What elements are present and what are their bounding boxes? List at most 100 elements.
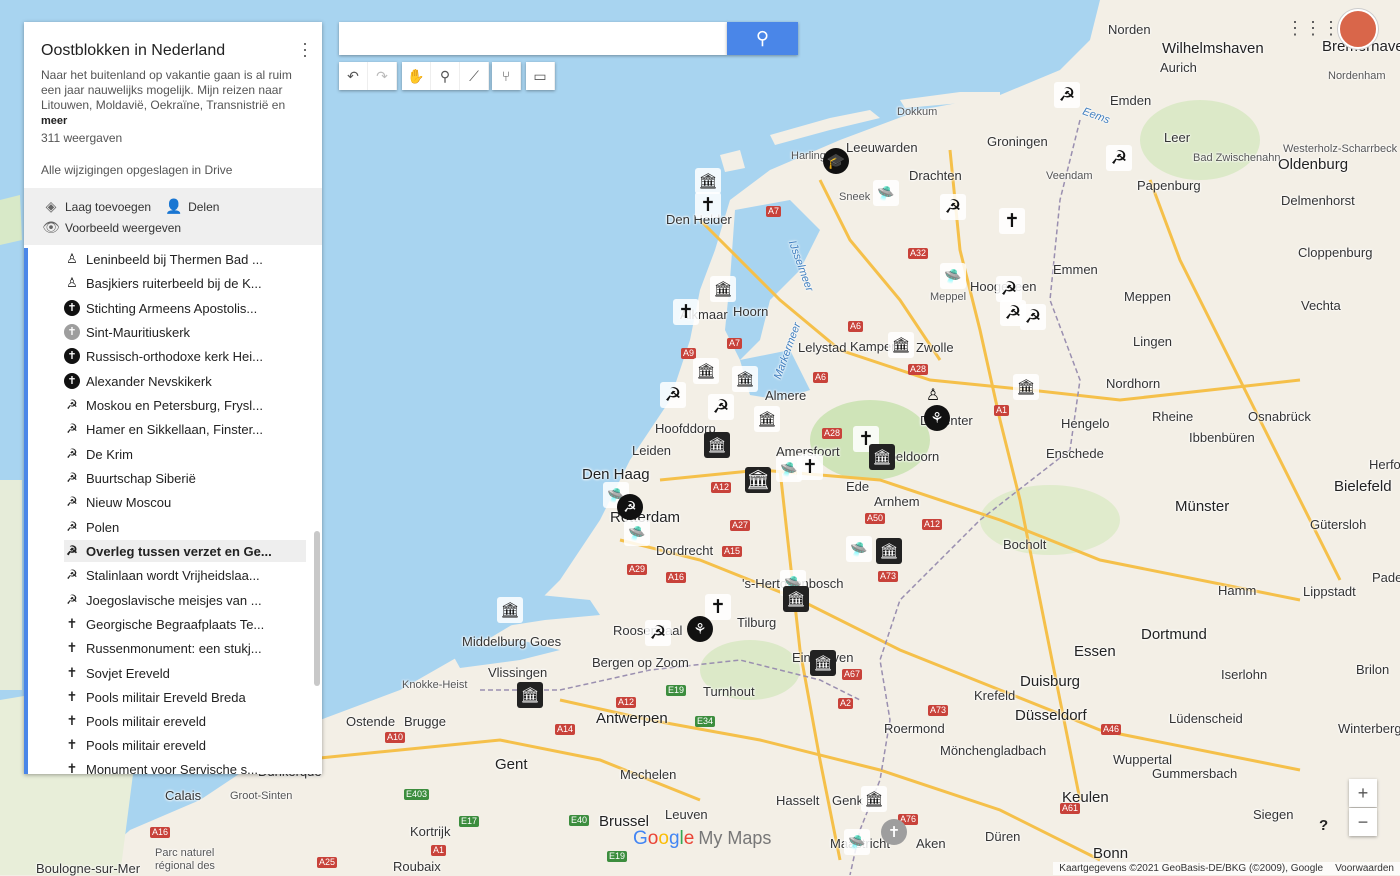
hammer-sickle-icon[interactable]: ☭ xyxy=(617,494,643,520)
museum-icon[interactable]: 🏛 xyxy=(783,586,809,612)
list-item[interactable]: ☭ Moskou en Petersburg, Frysl... xyxy=(64,394,306,416)
museum-icon[interactable]: 🏛 xyxy=(810,650,836,676)
item-label: Stalinlaan wordt Vrijheidslaa... xyxy=(86,567,260,583)
museum-icon[interactable]: 🏛 xyxy=(754,406,780,432)
museum-icon[interactable]: 🏛 xyxy=(517,682,543,708)
list-item[interactable]: ✝ Pools militair Ereveld Breda xyxy=(64,686,306,708)
list-item[interactable]: ✝ Monument voor Servische s... xyxy=(64,758,306,774)
place-label: Turnhout xyxy=(703,684,755,699)
search-input[interactable] xyxy=(339,22,727,55)
cross-icon[interactable]: ✝ xyxy=(999,208,1025,234)
share-button[interactable]: 👤 Delen xyxy=(165,198,219,215)
museum-icon[interactable]: 🏛 xyxy=(1013,374,1039,400)
museum-icon[interactable]: 🏛 xyxy=(497,597,523,623)
ufo-icon[interactable]: 🛸 xyxy=(873,180,899,206)
museum-icon[interactable]: 🏛 xyxy=(704,432,730,458)
cross-icon[interactable]: ✝ xyxy=(673,299,699,325)
list-item[interactable]: ☭ Buurtschap Siberië xyxy=(64,467,306,489)
zoom-out-button[interactable]: − xyxy=(1349,808,1377,836)
list-item[interactable]: ☭ Stalinlaan wordt Vrijheidslaa... xyxy=(64,564,306,586)
more-options-icon[interactable]: · · · xyxy=(302,34,308,64)
add-layer-button[interactable]: ◈ Laag toevoegen xyxy=(42,198,151,215)
museum-icon[interactable]: 🏛 xyxy=(745,467,771,493)
museum-icon[interactable]: 🏛 xyxy=(732,366,758,392)
hammer-sickle-icon[interactable]: ☭ xyxy=(940,194,966,220)
list-item[interactable]: ✝ Georgische Begraafplaats Te... xyxy=(64,613,306,635)
map-description[interactable]: Naar het buitenland op vakantie gaan is … xyxy=(41,68,301,129)
museum-icon[interactable]: 🏛 xyxy=(888,332,914,358)
ufo-icon[interactable]: 🛸 xyxy=(940,263,966,289)
google-my-maps-logo: Google My Maps xyxy=(633,828,771,850)
avatar[interactable] xyxy=(1338,9,1378,49)
cemetery-icon: ✝ xyxy=(66,761,78,774)
folk-dance-icon[interactable]: ⚘ xyxy=(924,405,950,431)
hammer-sickle-icon: ☭ xyxy=(66,592,78,607)
preview-button[interactable]: 👁 Voorbeeld weergeven xyxy=(42,219,181,236)
hammer-sickle-icon[interactable]: ☭ xyxy=(1054,82,1080,108)
hammer-sickle-icon[interactable]: ☭ xyxy=(996,276,1022,302)
item-label: Polen xyxy=(86,519,120,535)
museum-icon[interactable]: 🏛 xyxy=(861,786,887,812)
list-item[interactable]: ✝ Pools militair ereveld xyxy=(64,710,306,732)
list-item[interactable]: ✝ Russenmonument: een stukj... xyxy=(64,637,306,659)
ruler-icon[interactable]: ▭ xyxy=(526,62,555,90)
hammer-sickle-icon: ☭ xyxy=(66,421,78,436)
ufo-icon[interactable]: 🛸 xyxy=(846,536,872,562)
list-item[interactable]: ✝ Sint-Mauritiuskerk xyxy=(64,321,306,343)
list-item[interactable]: ✝ Stichting Armeens Apostolis... xyxy=(64,297,306,319)
list-item-selected[interactable]: ☭ Overleg tussen verzet en Ge... xyxy=(64,540,306,562)
ufo-icon[interactable]: 🛸 xyxy=(624,520,650,546)
list-item[interactable]: ☭ Polen xyxy=(64,516,306,538)
hammer-sickle-icon[interactable]: ☭ xyxy=(645,620,671,646)
panel-header: Oostblokken in Nederland · · · Naar het bu… xyxy=(24,22,322,188)
marker-icon[interactable]: ⚲ xyxy=(431,62,460,90)
list-item[interactable]: ♙ Leninbeeld bij Thermen Bad ... xyxy=(64,248,306,270)
apps-grid-icon[interactable]: ⋮⋮⋮ xyxy=(1286,17,1340,39)
list-item[interactable]: ♙ Basjkiers ruiterbeeld bij de K... xyxy=(64,272,306,294)
list-scrollbar[interactable] xyxy=(314,531,320,686)
hand-icon[interactable]: ✋ xyxy=(402,62,431,90)
church-cross-icon[interactable]: ✝ xyxy=(881,819,907,845)
road-shield: A16 xyxy=(150,827,171,838)
museum-icon[interactable]: 🏛 xyxy=(876,538,902,564)
cross-icon[interactable]: ✝ xyxy=(695,192,721,218)
museum-icon[interactable]: 🏛 xyxy=(710,276,736,302)
undo-icon[interactable]: ↶ xyxy=(339,62,368,90)
list-item[interactable]: ☭ Joegoslavische meisjes van ... xyxy=(64,589,306,611)
hammer-sickle-icon[interactable]: ☭ xyxy=(708,394,734,420)
zoom-in-button[interactable]: + xyxy=(1349,779,1377,807)
item-label: Leninbeeld bij Thermen Bad ... xyxy=(86,251,263,267)
hammer-sickle-icon[interactable]: ☭ xyxy=(1106,145,1132,171)
item-label: Georgische Begraafplaats Te... xyxy=(86,616,265,632)
road-shield: A12 xyxy=(711,482,732,493)
map-title[interactable]: Oostblokken in Nederland xyxy=(41,42,305,60)
terms-link[interactable]: Voorwaarden xyxy=(1335,863,1394,874)
museum-icon[interactable]: 🏛 xyxy=(693,358,719,384)
museum-icon[interactable]: 🏛 xyxy=(695,168,721,194)
cross-icon[interactable]: ✝ xyxy=(705,594,731,620)
help-icon[interactable]: ? xyxy=(1319,817,1328,834)
list-item[interactable]: ☭ Nieuw Moscou xyxy=(64,491,306,513)
redo-icon[interactable]: ↷ xyxy=(368,62,397,90)
directions-icon[interactable]: ⑂ xyxy=(492,62,521,90)
line-icon[interactable]: ⟋ xyxy=(460,62,489,90)
hammer-sickle-icon[interactable]: ☭ xyxy=(660,382,686,408)
list-item[interactable]: ✝ Alexander Nevskikerk xyxy=(64,370,306,392)
list-item[interactable]: ☭ Hamer en Sikkellaan, Finster... xyxy=(64,418,306,440)
ufo-icon[interactable]: 🛸 xyxy=(844,829,870,855)
item-label: De Krim xyxy=(86,446,133,462)
hammer-sickle-icon[interactable]: ☭ xyxy=(1020,304,1046,330)
folk-dance-icon[interactable]: ⚘ xyxy=(687,616,713,642)
list-item[interactable]: ✝ Sovjet Ereveld xyxy=(64,662,306,684)
cross-icon[interactable]: ✝ xyxy=(797,454,823,480)
list-item[interactable]: ✝ Pools militair ereveld xyxy=(64,734,306,756)
search-button[interactable]: ⚲ xyxy=(727,22,798,55)
statue-icon[interactable]: ♙ xyxy=(920,382,946,408)
place-label: Nordhorn xyxy=(1106,376,1161,391)
list-item[interactable]: ☭ De Krim xyxy=(64,443,306,465)
place-label: Groningen xyxy=(987,134,1048,149)
graduation-icon[interactable]: 🎓 xyxy=(823,148,849,174)
list-item[interactable]: ✝ Russisch-orthodoxe kerk Hei... xyxy=(64,345,306,367)
more-link[interactable]: meer xyxy=(41,115,67,127)
museum-icon[interactable]: 🏛 xyxy=(869,444,895,470)
